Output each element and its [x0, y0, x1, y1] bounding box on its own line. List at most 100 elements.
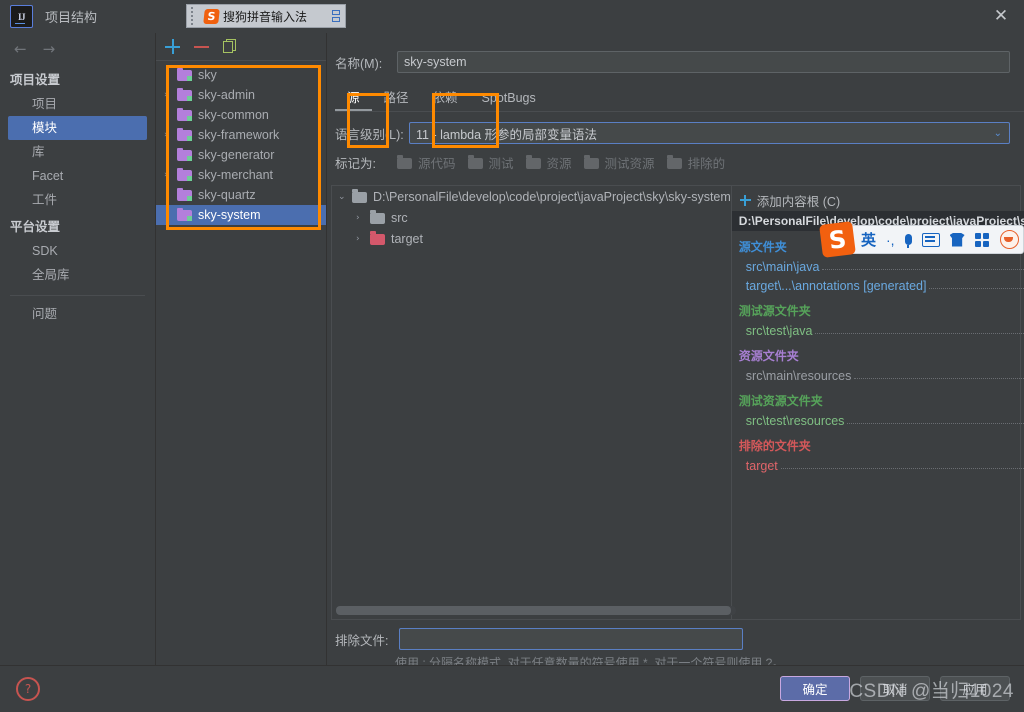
ime-floating-toolbar[interactable]: S 英 ·, [819, 221, 1024, 258]
entry-path: src\test\java [745, 323, 813, 338]
mark-as-label: 标记为: [335, 157, 376, 171]
tab-dependencies[interactable]: 依赖 [421, 86, 470, 111]
apply-button[interactable]: 应用 [940, 676, 1010, 701]
collapse-icon[interactable]: ⌄ [338, 192, 352, 202]
module-item-sky-merchant[interactable]: › sky-merchant [156, 165, 326, 185]
module-item-sky-system[interactable]: sky-system [156, 205, 326, 225]
drag-handle-icon[interactable] [187, 5, 196, 27]
content-root-entry[interactable]: src\main\java ✎ ✕ [732, 257, 1024, 276]
sidebar-item-facets[interactable]: Facet [0, 164, 155, 188]
close-icon[interactable]: ✕ [978, 0, 1024, 32]
horizontal-scrollbar[interactable] [336, 606, 736, 615]
mark-as-resources[interactable]: 资源 [525, 153, 572, 172]
leader-dots [780, 459, 1024, 469]
folder-icon [666, 155, 682, 169]
sidebar-item-sdks[interactable]: SDK [0, 239, 155, 263]
entry-path: target\...\annotations [generated] [745, 278, 927, 293]
ime-toolbar-items: 英 ·, [861, 229, 1019, 250]
ime-titlebar[interactable]: S 搜狗拼音输入法 [186, 4, 346, 28]
tab-spotbugs[interactable]: SpotBugs [470, 86, 548, 111]
leader-dots [822, 260, 1024, 270]
project-structure-dialog: IJ 项目结构 ✕ S 搜狗拼音输入法 ← → 项目设置 项目 模块 库 Fac… [0, 0, 1024, 712]
module-item-sky-generator[interactable]: sky-generator [156, 145, 326, 165]
expand-icon[interactable]: › [164, 90, 177, 100]
expand-icon[interactable]: › [356, 213, 370, 223]
expand-icon[interactable]: › [164, 170, 177, 180]
back-arrow-icon[interactable]: ← [14, 41, 27, 57]
restore-icon[interactable] [332, 10, 340, 15]
punctuation-icon[interactable]: ·, [886, 232, 895, 248]
group-resource-folders: 资源文件夹 src\main\resources ✎ ✕ [732, 347, 1024, 385]
tab-paths[interactable]: 路径 [372, 86, 421, 111]
chevron-down-icon[interactable]: ⌄ [994, 128, 1002, 139]
tree-node-src[interactable]: › src [332, 207, 731, 228]
sidebar-item-problems[interactable]: 问题 [0, 302, 155, 326]
module-name-input[interactable]: sky-system [397, 51, 1010, 73]
content-root-entry[interactable]: src\main\resources ✎ ✕ [732, 366, 1024, 385]
mark-as-option-label: 测试 [488, 157, 514, 171]
module-folder-icon [177, 187, 192, 201]
soft-keyboard-icon[interactable] [921, 232, 940, 247]
module-label: sky-framework [198, 128, 280, 142]
exclude-files-input[interactable] [399, 628, 743, 650]
content-root-entry[interactable]: src\test\java ✎ ✕ [732, 321, 1024, 340]
add-content-root-button[interactable]: 添加内容根 (C) [732, 189, 1024, 211]
ok-button[interactable]: 确定 [780, 676, 850, 701]
add-content-root-label: 添加内容根 (C) [756, 194, 841, 209]
modules-toolbar [156, 33, 326, 61]
module-item-sky-common[interactable]: sky-common [156, 105, 326, 125]
entry-path: target [745, 458, 778, 473]
sogou-logo-icon[interactable]: S [819, 221, 856, 258]
forward-arrow-icon[interactable]: → [43, 41, 56, 57]
folder-icon [467, 155, 483, 169]
remove-module-icon[interactable] [194, 39, 209, 54]
sidebar-item-modules[interactable]: 模块 [8, 116, 147, 140]
tab-sources[interactable]: 源 [335, 86, 372, 111]
expand-icon[interactable]: › [356, 234, 370, 244]
app-grid-icon[interactable] [974, 232, 990, 247]
language-mode-icon[interactable]: 英 [861, 229, 876, 250]
mark-as-tests[interactable]: 测试 [467, 153, 514, 172]
language-level-label: 语言级别(L): [335, 127, 404, 142]
mark-as-test-resources[interactable]: 测试资源 [583, 153, 655, 172]
module-item-sky[interactable]: sky [156, 65, 326, 85]
mark-as-sources[interactable]: 源代码 [397, 153, 456, 172]
module-label: sky-system [198, 208, 261, 222]
sidebar-item-project[interactable]: 项目 [0, 92, 155, 116]
module-item-sky-quartz[interactable]: sky-quartz [156, 185, 326, 205]
skin-icon[interactable] [949, 232, 965, 247]
emoji-face-icon[interactable] [999, 230, 1019, 249]
module-item-sky-framework[interactable]: › sky-framework [156, 125, 326, 145]
modules-list: sky › sky-admin sky-common › sky-framewo… [156, 61, 326, 225]
language-level-select[interactable]: 11 - lambda 形参的局部变量语法 ⌄ [409, 122, 1010, 144]
mark-as-excluded[interactable]: 排除的 [666, 153, 725, 172]
sidebar-group-project-settings: 项目设置 [10, 73, 61, 87]
tree-node-module-root[interactable]: ⌄ D:\PersonalFile\develop\code\project\j… [332, 186, 731, 207]
dialog-footer: ? 确定 取消 应用 [0, 665, 1024, 712]
sidebar-item-global-libraries[interactable]: 全局库 [0, 263, 155, 287]
help-icon[interactable]: ? [16, 677, 40, 701]
module-label: sky-common [198, 108, 269, 122]
minimize-icon[interactable] [332, 17, 340, 22]
sidebar-item-artifacts[interactable]: 工件 [0, 188, 155, 212]
module-item-sky-admin[interactable]: › sky-admin [156, 85, 326, 105]
folder-icon [397, 155, 412, 169]
copy-module-icon[interactable] [223, 39, 238, 54]
sidebar-item-libraries[interactable]: 库 [0, 140, 155, 164]
module-folder-icon [177, 67, 192, 81]
module-label: sky [198, 68, 217, 82]
sogou-logo-icon: S [203, 8, 220, 24]
entry-path: src\main\java [745, 259, 820, 274]
add-module-icon[interactable] [165, 39, 180, 54]
group-title: 测试资源文件夹 [738, 394, 823, 408]
expand-icon[interactable]: › [164, 130, 177, 140]
ime-window-controls[interactable] [332, 10, 340, 22]
group-title: 排除的文件夹 [738, 439, 811, 453]
content-root-entry[interactable]: target\...\annotations [generated] ✎ ✕ [732, 276, 1024, 295]
content-root-entry[interactable]: target ✕ [732, 456, 1024, 475]
microphone-icon[interactable] [904, 234, 912, 248]
plus-icon [739, 194, 751, 206]
content-root-entry[interactable]: src\test\resources ✎ ✕ [732, 411, 1024, 430]
cancel-button[interactable]: 取消 [860, 676, 930, 701]
tree-node-target[interactable]: › target [332, 228, 731, 249]
